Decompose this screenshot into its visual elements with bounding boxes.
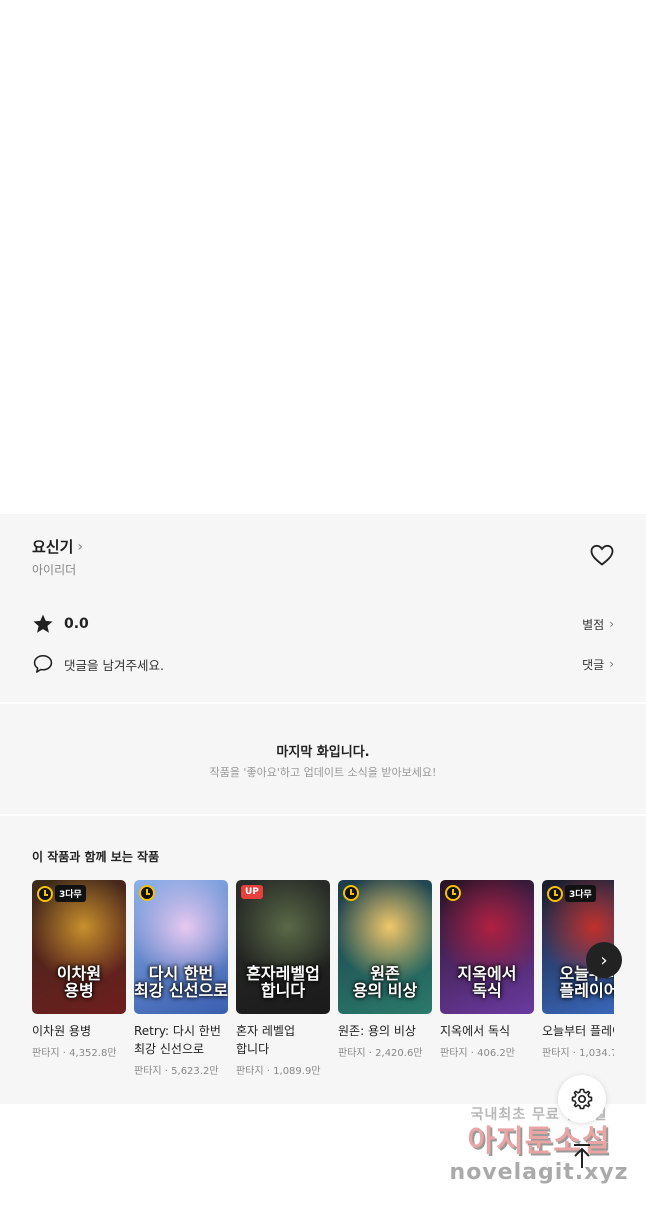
meta-separator: ·: [263, 1066, 274, 1077]
card-title: 혼자 레벨업 합니다: [236, 1024, 296, 1056]
card-views: 1,034.7만: [579, 1048, 614, 1059]
card-title: 지옥에서 독식: [440, 1024, 511, 1038]
scroll-top-button[interactable]: [566, 1140, 598, 1172]
settings-button[interactable]: [558, 1075, 606, 1123]
meta-separator: ·: [467, 1048, 478, 1059]
comment-row: 댓글을 남겨주세요. 댓글 ›: [32, 652, 614, 676]
viewer-page: 요신기 › 아이리더 0.0 별점 › 댓글을 남겨주세요. 댓글 › 마지막 …: [0, 0, 646, 1220]
comment-icon: [33, 654, 53, 673]
cover-image: UP 혼자레벨업 합니다: [236, 880, 330, 1014]
cover-title-art: 다시 한번 최강 신선으로: [134, 964, 228, 1001]
clock-icon: [343, 885, 359, 901]
cover-image: 3다무이차원 용병: [32, 880, 126, 1014]
rating-link[interactable]: 별점 ›: [582, 616, 614, 633]
carousel-next-button[interactable]: ›: [586, 942, 622, 978]
comment-link-label: 댓글: [582, 657, 605, 672]
watermark-line-1: 국내최초 무료 웹소설: [470, 1107, 608, 1123]
cover-title-art: 원존 용의 비상: [352, 964, 418, 1001]
rating-row: 0.0 별점 ›: [32, 612, 614, 636]
cover-title-art: 이차원 용병: [56, 964, 102, 1001]
card-views: 406.2만: [477, 1048, 515, 1059]
work-info-section: 요신기 › 아이리더 0.0 별점 › 댓글을 남겨주세요. 댓글 ›: [0, 514, 646, 702]
chevron-right-icon: ›: [609, 617, 614, 631]
chevron-right-icon: ›: [600, 949, 608, 971]
card-title: 원존: 용의 비상: [338, 1024, 416, 1038]
clock-icon: [37, 885, 53, 902]
recommend-card[interactable]: 3다무 이차원 용병 이차원 용병 판타지 · 4,352.8만: [32, 880, 126, 1090]
watermark: 국내최초 무료 웹소설 아지툰소설 novelagit.xyz: [444, 1104, 634, 1204]
cover-title-art: 지옥에서 독식: [457, 964, 517, 1001]
heart-icon[interactable]: [590, 544, 614, 566]
card-genre: 판타지: [32, 1048, 60, 1059]
recommend-card[interactable]: 3다무오늘부터 플레이어오늘부터 플레이어판타지 · 1,034.7만: [542, 880, 614, 1090]
work-title: 요신기: [32, 538, 74, 556]
card-title: 이차원 용병: [32, 1024, 92, 1038]
card-meta: 판타지 · 1,034.7만: [542, 1044, 614, 1059]
card-meta: 판타지 · 4,352.8만: [32, 1044, 126, 1059]
card-genre: 판타지: [236, 1066, 264, 1077]
meta-separator: ·: [161, 1066, 172, 1077]
arrow-up-icon: [574, 1144, 590, 1168]
recommend-card[interactable]: UP 혼자레벨업 합니다혼자 레벨업 합니다판타지 · 1,089.9만: [236, 880, 330, 1090]
card-views: 1,089.9만: [273, 1066, 321, 1077]
card-genre: 판타지: [338, 1048, 366, 1059]
cover-image: 원존 용의 비상: [338, 880, 432, 1014]
chevron-right-icon: ›: [77, 538, 84, 555]
recommend-list: 3다무 이차원 용병 이차원 용병 판타지 · 4,352.8만 다시 한번 최강 신선…: [32, 880, 614, 1090]
card-meta: 판타지 · 1,089.9만: [236, 1062, 330, 1077]
cover-badge: UP: [241, 885, 263, 899]
end-notice-title: 마지막 화입니다.: [276, 745, 370, 760]
cover-badge: 3다무: [55, 885, 86, 902]
work-author: 아이리더: [32, 563, 77, 577]
clock-icon: [139, 885, 155, 901]
card-views: 2,420.6만: [375, 1048, 423, 1059]
work-title-link[interactable]: 요신기 ›: [32, 536, 83, 557]
meta-separator: ·: [569, 1048, 580, 1059]
clock-icon: [445, 885, 461, 901]
cover-image: 다시 한번 최강 신선으로: [134, 880, 228, 1014]
card-genre: 판타지: [440, 1048, 468, 1059]
card-views: 4,352.8만: [69, 1048, 117, 1059]
card-meta: 판타지 · 406.2만: [440, 1044, 534, 1059]
chevron-right-icon: ›: [609, 657, 614, 671]
cover-title-art: 혼자레벨업 합니다: [246, 964, 320, 1001]
rating-link-label: 별점: [582, 617, 605, 632]
recommend-card[interactable]: 지옥에서 독식 지옥에서 독식 판타지 · 406.2만: [440, 880, 534, 1090]
recommend-section: 이 작품과 함께 보는 작품 3다무 이차원 용병 이차원 용병 판타지 · 4,35…: [0, 816, 646, 1104]
end-notice: 마지막 화입니다. 작품을 '좋아요'하고 업데이트 소식을 받아보세요!: [0, 704, 646, 814]
meta-separator: ·: [59, 1048, 70, 1059]
clock-icon: [547, 885, 563, 902]
meta-separator: ·: [365, 1048, 376, 1059]
comment-prompt[interactable]: 댓글을 남겨주세요.: [64, 655, 164, 674]
comment-link[interactable]: 댓글 ›: [582, 656, 614, 673]
recommend-card[interactable]: 원존 용의 비상원존: 용의 비상판타지 · 2,420.6만: [338, 880, 432, 1090]
star-icon: [33, 614, 53, 633]
recommend-card[interactable]: 다시 한번 최강 신선으로 Retry: 다시 한번 최강 신선으로판타지 · 5…: [134, 880, 228, 1090]
cover-image: 지옥에서 독식: [440, 880, 534, 1014]
end-notice-subtitle: 작품을 '좋아요'하고 업데이트 소식을 받아보세요!: [209, 766, 437, 779]
card-meta: 판타지 · 5,623.2만: [134, 1062, 228, 1077]
card-meta: 판타지 · 2,420.6만: [338, 1044, 432, 1059]
gear-icon: [571, 1088, 593, 1110]
card-genre: 판타지: [542, 1048, 570, 1059]
recommend-title: 이 작품과 함께 보는 작품: [32, 850, 160, 864]
content-area: [0, 0, 646, 514]
card-title: Retry: 다시 한번 최강 신선으로: [134, 1024, 221, 1056]
card-genre: 판타지: [134, 1066, 162, 1077]
card-views: 5,623.2만: [171, 1066, 219, 1077]
watermark-line-3: novelagit.xyz: [449, 1160, 629, 1185]
rating-value: 0.0: [64, 616, 89, 632]
watermark-line-2: 아지툰소설: [467, 1124, 611, 1159]
card-title: 오늘부터 플레이어: [542, 1024, 614, 1038]
cover-badge: 3다무: [565, 885, 596, 902]
